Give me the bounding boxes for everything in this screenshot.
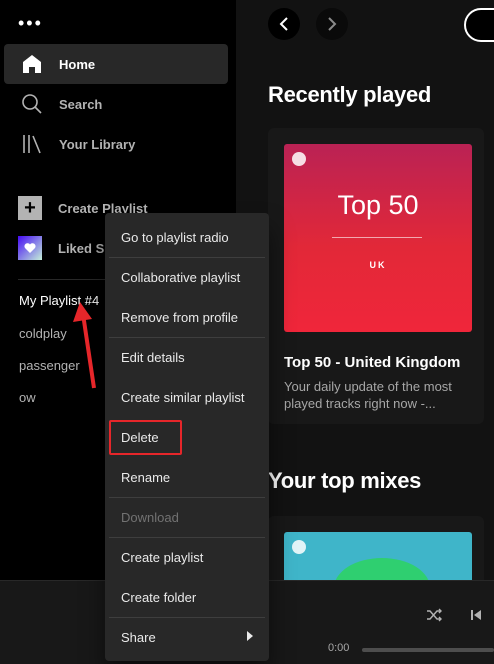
nav-library[interactable]: Your Library [4,124,228,164]
mix-cover [284,532,472,580]
plus-icon: + [18,196,42,220]
menu-item-create-folder[interactable]: Create folder [109,577,265,617]
cover-subtitle: UK [369,260,387,270]
sidebar-playlist-item[interactable]: coldplay [19,326,67,341]
search-icon [20,92,44,116]
profile-button[interactable] [464,8,494,42]
back-button[interactable] [268,8,300,40]
menu-item-share[interactable]: Share [109,617,265,657]
top-mixes-heading: Your top mixes [268,468,422,493]
mix-card[interactable] [268,516,484,580]
card-description: Your daily update of the most played tra… [284,379,452,411]
main-content: Recently played Top 50 UK Top 50 - Unite… [236,0,494,580]
playlist-card[interactable]: Top 50 UK Top 50 - United Kingdom Your d… [268,128,484,424]
shuffle-icon[interactable] [424,605,444,625]
menu-item-share-label: Share [121,629,156,645]
menu-item-create-similar-playlist[interactable]: Create similar playlist [109,377,265,417]
menu-item-go-to-playlist-radio[interactable]: Go to playlist radio [109,217,265,257]
nav-home-label: Home [59,56,96,72]
sidebar-playlist-item[interactable]: ow [19,390,36,405]
recently-played-heading: Recently played [268,82,432,107]
liked-songs-button[interactable]: Liked S [18,236,104,260]
annotation-arrow-icon [73,302,96,389]
previous-track-icon[interactable] [466,605,486,625]
card-title: Top 50 - United Kingdom [284,354,461,371]
cover-divider [332,237,422,238]
heart-icon [18,236,42,260]
cover-title: Top 50 [337,190,419,220]
chevron-left-icon [279,17,288,31]
forward-button[interactable] [316,8,348,40]
menu-item-remove-from-profile[interactable]: Remove from profile [109,297,265,337]
more-menu-icon[interactable]: ••• [18,14,43,32]
nav-home[interactable]: Home [4,44,228,84]
submenu-arrow-icon [247,631,253,641]
progress-bar[interactable] [362,648,494,652]
leaf-artwork [334,558,430,580]
home-icon [20,52,44,76]
playlist-cover: Top 50 UK [284,144,472,332]
menu-item-collaborative-playlist[interactable]: Collaborative playlist [109,257,265,297]
spotify-logo-icon [292,152,306,166]
nav-search[interactable]: Search [4,84,228,124]
delete-highlight-box [109,420,182,455]
spotify-logo-icon [292,540,306,554]
liked-songs-label: Liked S [58,240,105,256]
time-elapsed: 0:00 [328,642,350,654]
menu-item-download: Download [121,509,179,525]
nav-library-label: Your Library [59,136,136,152]
menu-item-rename[interactable]: Rename [109,457,265,497]
menu-item-edit-details[interactable]: Edit details [109,337,265,377]
menu-item-create-playlist[interactable]: Create playlist [109,537,265,577]
library-icon [20,132,44,156]
chevron-right-icon [328,17,337,31]
nav-search-label: Search [59,96,103,112]
